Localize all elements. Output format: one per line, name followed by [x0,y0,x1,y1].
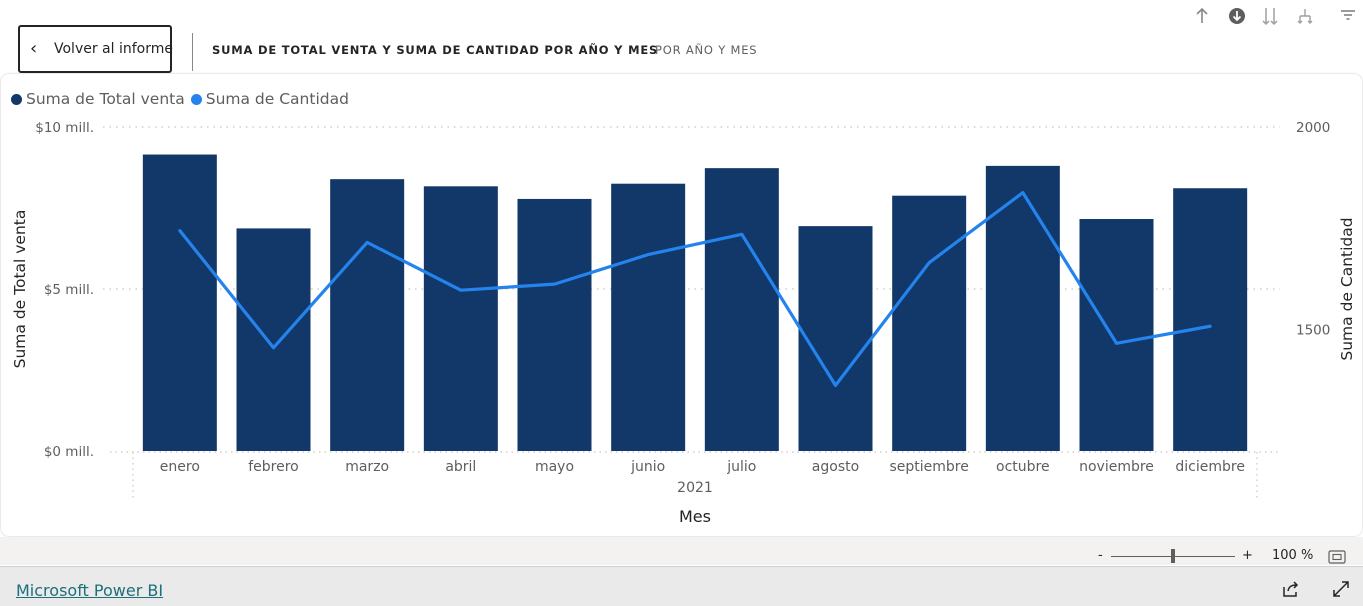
zoom-out-button[interactable]: - [1098,548,1103,563]
bar-total-venta-marzo [330,179,405,451]
x-tick-label: agosto [812,459,859,475]
y-tick-label: $10 mill. [35,120,94,136]
bar-total-venta-octubre [985,165,1060,451]
bar-total-venta-diciembre [1173,188,1248,451]
y-tick-label: $5 mill. [44,282,94,298]
x-tick-label: octubre [996,459,1050,475]
fullscreen-icon[interactable] [1331,579,1353,601]
x-tick-label: enero [160,459,200,475]
x-tick-label: mayo [535,459,574,475]
bar-total-venta-noviembre [1079,219,1154,451]
x-tick-label: marzo [345,459,389,475]
zoom-level: 100 % [1272,548,1314,563]
x-tick-label: junio [630,459,665,475]
zoom-slider-thumb[interactable] [1171,549,1175,563]
y2-axis-title: Suma de Cantidad [1338,217,1356,360]
y2-tick-label: 1500 [1296,323,1330,339]
bar-total-venta-abril [423,186,498,452]
bar-total-venta-septiembre [892,195,967,451]
x-tick-label: julio [726,459,756,475]
combo-chart: $10 mill. $5 mill. $0 mill. 2000 1500 enero fe… [11,120,1356,526]
bar-total-venta-junio [611,183,686,451]
power-bi-link[interactable]: Microsoft Power BI [16,581,163,600]
zoom-bar [0,537,1363,565]
footer-bar [0,566,1363,606]
bar-total-venta-febrero [236,228,311,451]
y-tick-label: $0 mill. [44,444,94,460]
x-tick-label: diciembre [1175,459,1245,475]
share-icon[interactable] [1281,579,1303,601]
x-group-label: 2021 [677,480,713,496]
bar-total-venta-mayo [517,198,592,451]
y2-tick-label: 2000 [1296,120,1330,136]
y-axis-title: Suma de Total venta [11,210,29,369]
x-tick-label: abril [445,459,476,475]
bar-total-venta-enero [142,154,217,452]
x-axis-title: Mes [679,507,711,526]
x-tick-label: noviembre [1079,459,1154,475]
zoom-in-button[interactable]: + [1242,548,1253,563]
x-tick-label: septiembre [889,459,968,475]
x-tick-label: febrero [248,459,299,475]
fit-to-page-icon[interactable] [1328,549,1346,564]
bar-total-venta-julio [704,168,779,451]
bar-total-venta-agosto [798,226,873,451]
